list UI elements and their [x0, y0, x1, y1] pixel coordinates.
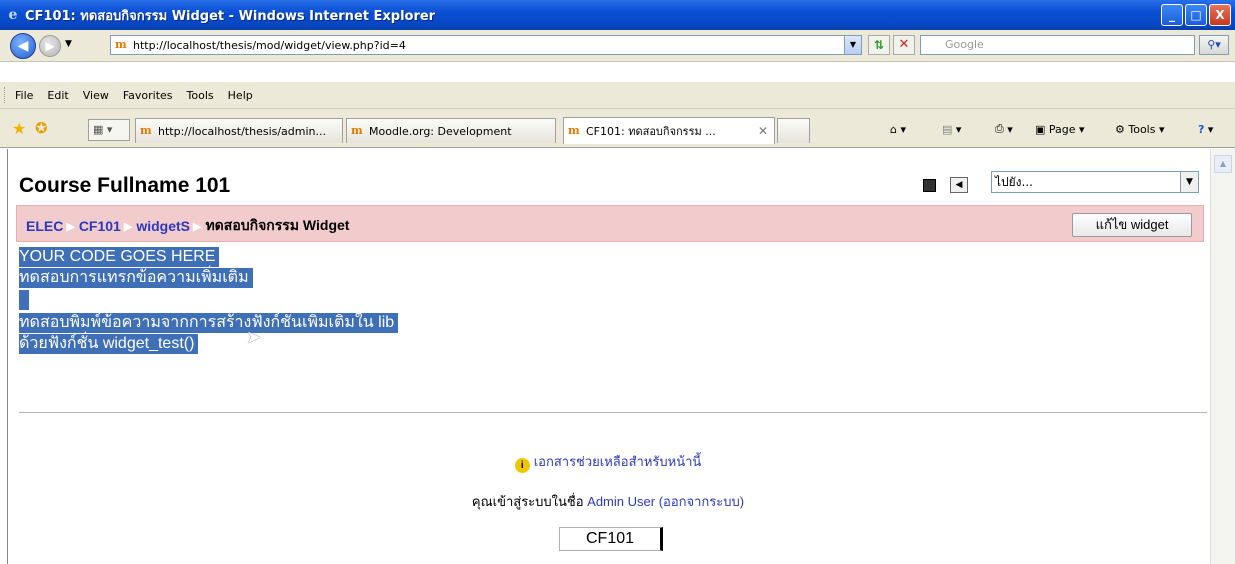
- page-left-border: [0, 149, 8, 564]
- logout-link[interactable]: (ออกจากระบบ): [659, 494, 744, 509]
- menu-favorites[interactable]: Favorites: [123, 89, 173, 102]
- tab-admin[interactable]: m http://localhost/thesis/admin...: [135, 118, 343, 143]
- breadcrumb-bar: ELEC ▶ CF101 ▶ widgetS ▶ ทดสอบกิจกรรม Wi…: [16, 205, 1204, 242]
- divider: [19, 412, 1207, 413]
- address-dropdown-icon[interactable]: ▼: [844, 35, 862, 55]
- login-info: คุณเข้าสู่ระบบในชื่อ Admin User (ออกจากร…: [8, 491, 1208, 512]
- tab-cf101-widget[interactable]: m CF101: ทดสอบกิจกรรม ... ✕: [563, 117, 775, 144]
- tab-label: http://localhost/thesis/admin...: [158, 124, 327, 138]
- scroll-up-icon[interactable]: ▲: [1214, 155, 1232, 173]
- menu-bar: File Edit View Favorites Tools Help: [0, 82, 1235, 109]
- toolbar-grip: [4, 87, 7, 103]
- menu-edit[interactable]: Edit: [47, 89, 68, 102]
- footer-course-link[interactable]: CF101: [559, 527, 663, 551]
- tab-label: CF101: ทดสอบกิจกรรม ...: [586, 125, 716, 138]
- stop-button[interactable]: ✕: [893, 35, 915, 55]
- search-input[interactable]: Google: [920, 35, 1195, 55]
- tab-bar: ★ ✪ ▦ ▾ m http://localhost/thesis/admin.…: [0, 109, 1235, 148]
- breadcrumb-cf101[interactable]: CF101: [79, 218, 121, 234]
- help-button[interactable]: ? ▾: [1198, 118, 1213, 140]
- address-bar[interactable]: m http://localhost/thesis/mod/widget/vie…: [110, 35, 862, 55]
- menu-file[interactable]: File: [15, 89, 33, 102]
- help-icon: ?: [1198, 122, 1205, 136]
- feeds-button[interactable]: ▤ ▾: [942, 118, 961, 140]
- close-tab-icon[interactable]: ✕: [758, 124, 768, 138]
- tools-menu-button[interactable]: ⚙ Tools ▾: [1115, 118, 1165, 140]
- minimize-button[interactable]: _: [1161, 4, 1183, 26]
- page-icon: ▣: [1035, 122, 1046, 136]
- jump-to-select[interactable]: ไปยัง... ▼: [991, 171, 1199, 193]
- chevron-down-icon[interactable]: ▼: [1180, 171, 1199, 193]
- address-toolbar: ◀ ▶ ▼ m http://localhost/thesis/mod/widg…: [0, 30, 1235, 62]
- login-prefix: คุณเข้าสู่ระบบในชื่อ: [471, 494, 584, 509]
- edit-widget-button[interactable]: แก้ไข widget: [1072, 213, 1192, 237]
- maximize-button[interactable]: □: [1185, 4, 1207, 26]
- tab-label: Moodle.org: Development: [369, 124, 512, 138]
- course-title: Course Fullname 101: [19, 174, 231, 197]
- ie-logo-icon: e: [8, 7, 18, 23]
- jump-to-value: ไปยัง...: [995, 175, 1033, 189]
- menu-view[interactable]: View: [83, 89, 109, 102]
- rss-icon: ▤: [942, 122, 953, 136]
- address-url[interactable]: http://localhost/thesis/mod/widget/view.…: [133, 39, 406, 52]
- window-title: CF101: ทดสอบกิจกรรม Widget - Windows Int…: [25, 8, 436, 24]
- help-link[interactable]: เอกสารช่วยเหลือสำหรับหน้านี้: [534, 454, 702, 469]
- menu-help[interactable]: Help: [228, 89, 253, 102]
- moodle-favicon-icon: m: [115, 38, 127, 51]
- moodle-favicon-icon: m: [140, 124, 152, 137]
- moodle-favicon-icon: m: [568, 124, 580, 137]
- refresh-button[interactable]: ⇅: [868, 35, 890, 55]
- content-line: YOUR CODE GOES HERE: [19, 247, 220, 267]
- breadcrumb-widgets[interactable]: widgetS: [136, 218, 190, 234]
- home-button[interactable]: ⌂ ▾: [890, 118, 906, 140]
- window-titlebar: e CF101: ทดสอบกิจกรรม Widget - Windows I…: [0, 0, 1235, 30]
- home-icon: ⌂: [890, 122, 897, 136]
- tools-menu-label: Tools: [1128, 122, 1156, 136]
- vertical-scrollbar[interactable]: ▲: [1210, 149, 1235, 564]
- page-menu-label: Page: [1048, 122, 1076, 136]
- close-button[interactable]: X: [1209, 4, 1231, 26]
- search-button[interactable]: ⚲▾: [1199, 35, 1229, 55]
- breadcrumb: ELEC ▶ CF101 ▶ widgetS ▶ ทดสอบกิจกรรม Wi…: [26, 215, 349, 237]
- breadcrumb-elec[interactable]: ELEC: [26, 218, 63, 234]
- mouse-cursor-icon: ➤: [246, 327, 262, 348]
- breadcrumb-separator-icon: ▶: [123, 220, 133, 233]
- gear-icon: ⚙: [1115, 122, 1125, 136]
- breadcrumb-separator-icon: ▶: [66, 220, 75, 233]
- breadcrumb-separator-icon: ▶: [192, 220, 202, 233]
- forward-button[interactable]: ▶: [39, 35, 61, 57]
- save-icon[interactable]: [923, 178, 936, 192]
- login-user-link[interactable]: Admin User: [587, 494, 655, 509]
- new-tab-button[interactable]: [777, 118, 810, 143]
- previous-activity-button[interactable]: ◀: [950, 177, 968, 193]
- content-line: ทดสอบพิมพ์ข้อความจากการสร้างฟังก์ชั่นเพิ…: [19, 313, 399, 333]
- print-icon: ⎙: [995, 122, 1004, 135]
- tab-moodle-development[interactable]: m Moodle.org: Development: [346, 118, 556, 143]
- menu-tools[interactable]: Tools: [187, 89, 214, 102]
- help-row: i เอกสารช่วยเหลือสำหรับหน้านี้: [8, 451, 1208, 473]
- page-content: Course Fullname 101 ◀ ไปยัง... ▼ ELEC ▶ …: [8, 149, 1208, 564]
- favorites-star-icon[interactable]: ★: [12, 119, 26, 138]
- quick-tabs-button[interactable]: ▦ ▾: [88, 119, 130, 141]
- print-button[interactable]: ⎙ ▾: [995, 118, 1013, 140]
- page-menu-button[interactable]: ▣ Page ▾: [1035, 118, 1085, 140]
- content-line: ด้วยฟังก์ชั่น widget_test(): [19, 334, 199, 354]
- info-icon: i: [514, 458, 530, 473]
- moodle-favicon-icon: m: [351, 124, 363, 137]
- content-line: [19, 290, 29, 310]
- add-favorite-icon[interactable]: ✪: [35, 119, 48, 137]
- content-line: ทดสอบการแทรกข้อความเพิ่มเติม: [19, 268, 253, 288]
- back-button[interactable]: ◀: [10, 33, 36, 59]
- breadcrumb-current: ทดสอบกิจกรรม Widget: [205, 217, 350, 233]
- recent-pages-dropdown-icon[interactable]: ▼: [65, 39, 72, 49]
